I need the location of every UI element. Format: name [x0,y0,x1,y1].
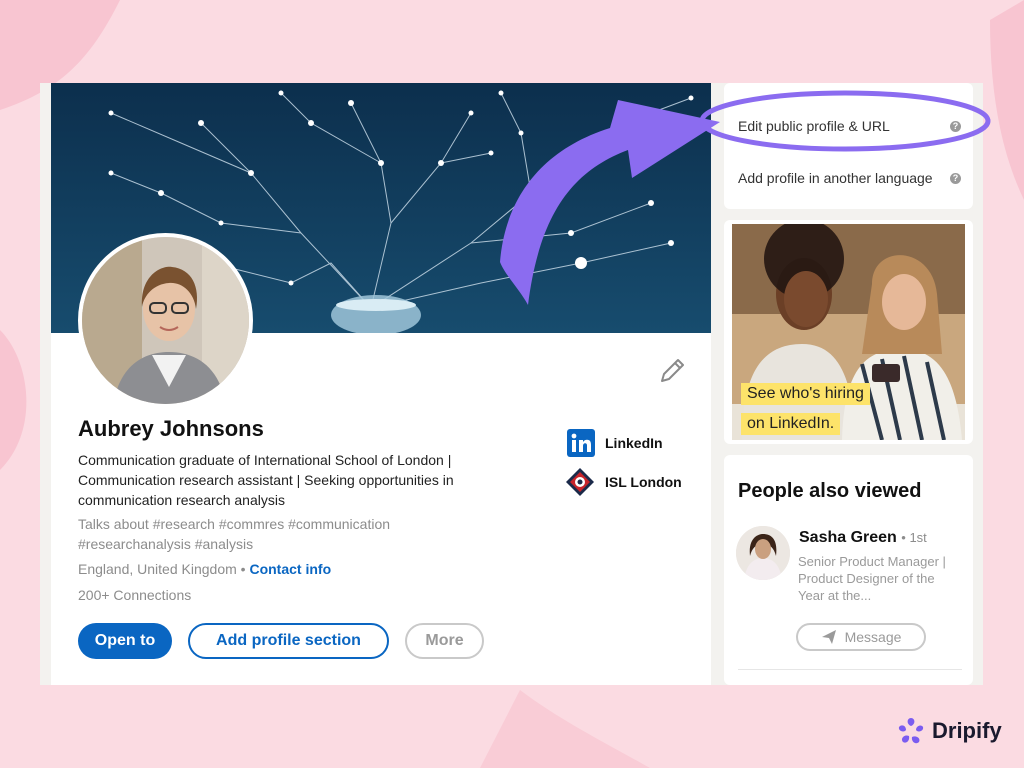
connections-count[interactable]: 200+ Connections [78,587,191,603]
person-avatar[interactable] [736,526,790,580]
linkedin-logo-icon [567,429,595,457]
message-label: Message [844,629,902,645]
profile-location-line: England, United Kingdom • Contact info [78,561,331,577]
message-button[interactable]: Message [796,623,926,651]
more-button[interactable]: More [405,623,484,659]
people-also-viewed-title: People also viewed [738,480,922,502]
profile-name: Aubrey Johnsons [78,416,264,441]
connection-degree: • 1st [901,530,927,545]
person-name: Sasha Green [799,529,897,546]
profile-location: England, United Kingdom [78,561,237,577]
company-linkedin[interactable]: LinkedIn [567,429,663,457]
send-icon [821,630,836,644]
dripify-logo-icon [898,718,924,744]
add-profile-section-button[interactable]: Add profile section [188,623,389,659]
add-profile-language-link[interactable]: Add profile in another language [738,170,933,186]
person-name-line[interactable]: Sasha Green • 1st [799,529,927,547]
link-label: Edit public profile & URL [738,118,890,134]
person-photo-icon [82,237,249,404]
profile-headline: Communication graduate of International … [78,452,454,508]
link-label: Add profile in another language [738,170,933,186]
edit-public-profile-link[interactable]: Edit public profile & URL [738,118,890,134]
company-name: ISL London [605,474,682,490]
hiring-ad-card[interactable]: See who's hiring on LinkedIn. [724,220,973,444]
ad-text-line2: on LinkedIn. [741,413,841,435]
profile-settings-card: Edit public profile & URL ? Add profile … [724,83,973,209]
dripify-brand: Dripify [896,716,1002,746]
profile-hashtags: Talks about #research #commres #communic… [78,516,391,552]
isl-london-logo-icon [566,468,594,496]
help-icon[interactable]: ? [950,121,961,132]
person-photo-icon [736,526,790,580]
brand-name: Dripify [932,718,1002,743]
ad-text-line1: See who's hiring [741,383,870,405]
company-isl-london[interactable]: ISL London [565,467,682,497]
edit-pencil-icon[interactable] [656,355,688,387]
company-name: LinkedIn [605,435,663,451]
divider [738,669,962,670]
contact-info-link[interactable]: Contact info [249,561,331,577]
help-icon[interactable]: ? [950,173,961,184]
profile-card: Aubrey Johnsons Communication graduate o… [51,83,711,685]
location-separator: • [240,561,246,577]
person-title: Senior Product Manager | Product Designe… [798,554,946,603]
ad-photo [732,224,965,440]
people-also-viewed-card: People also viewed Sasha Green • 1st Sen… [724,455,973,685]
profile-avatar[interactable] [78,233,253,408]
open-to-button[interactable]: Open to [78,623,172,659]
